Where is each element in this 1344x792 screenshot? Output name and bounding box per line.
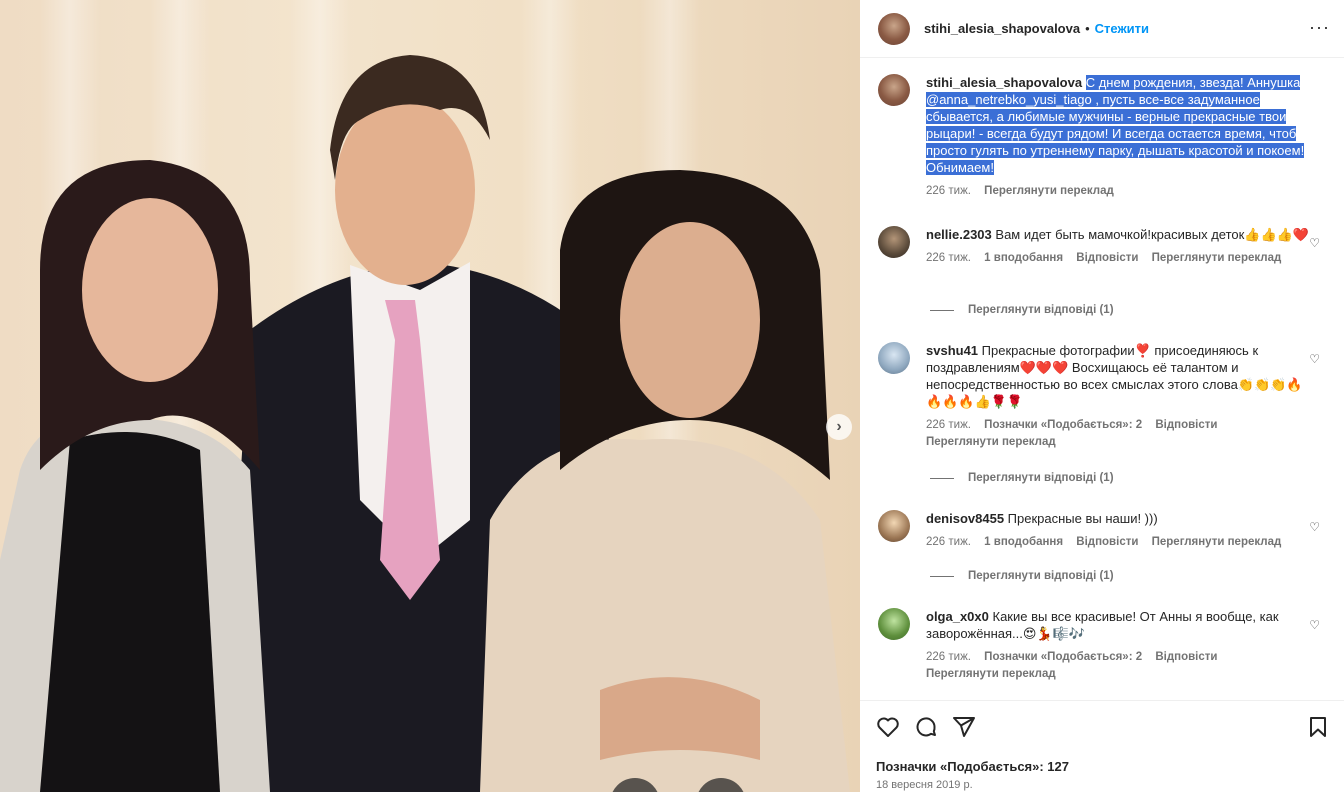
comment-like-heart-icon[interactable]: ♡ [1309,236,1320,250]
translate-link[interactable]: Переглянути переклад [926,668,1056,680]
comment-likes[interactable]: 1 вподобання [984,252,1063,264]
translate-link[interactable]: Переглянути переклад [926,436,1056,448]
post-header: stihi_alesia_shapovalova • Стежити ··· [860,0,1344,58]
comment-body: nellie.2303 Вам идет быть мамочкой!краси… [926,226,1318,267]
author-username[interactable]: stihi_alesia_shapovalova [924,21,1080,36]
comment-text: Прекрасные фотографии❣️ присоединяюсь к … [926,343,1303,409]
reply-link[interactable]: Відповісти [1076,536,1138,548]
view-replies-label: Переглянути відповіді (1) [968,472,1114,484]
post-actions: Позначки «Подобається»: 127 18 вересня 2… [860,700,1344,792]
view-replies-button[interactable]: Переглянути відповіді (1) [930,304,1114,316]
commenter-avatar[interactable] [878,226,910,258]
comment-like-heart-icon[interactable]: ♡ [1309,352,1320,366]
photo-people-illustration [0,55,850,792]
caption-username[interactable]: stihi_alesia_shapovalova [926,75,1082,90]
comment-body: denisov8455 Прекрасные вы наши! ))) 226 … [926,510,1318,551]
replies-divider [930,477,954,479]
view-replies-label: Переглянути відповіді (1) [968,570,1114,582]
comment-meta: 226 тиж. Позначки «Подобається»: 2 Відпо… [926,649,1318,683]
view-replies-label: Переглянути відповіді (1) [968,304,1114,316]
comment-like-heart-icon[interactable]: ♡ [1309,520,1320,534]
post-sidebar: stihi_alesia_shapovalova • Стежити ··· s… [860,0,1344,792]
comment-text: Прекрасные вы наши! ))) [1007,511,1158,526]
translate-link[interactable]: Переглянути переклад [1152,252,1282,264]
comment-likes[interactable]: 1 вподобання [984,536,1063,548]
view-replies-button[interactable]: Переглянути відповіді (1) [930,472,1114,484]
comment-time: 226 тиж. [926,419,971,431]
replies-divider [930,309,954,311]
caption-time: 226 тиж. [926,185,971,197]
author-avatar[interactable] [878,12,910,45]
caption-body: stihi_alesia_shapovalova С днем рождения… [926,74,1318,200]
reply-link[interactable]: Відповісти [1155,419,1217,431]
comment-body: olga_x0x0 Какие вы все красивые! От Анны… [926,608,1318,683]
chevron-right-icon: › [836,418,842,435]
translate-link[interactable]: Переглянути переклад [984,185,1114,197]
comment-username[interactable]: nellie.2303 [926,227,992,242]
comment-likes[interactable]: Позначки «Подобається»: 2 [984,419,1142,431]
more-options-icon[interactable]: ··· [1309,17,1330,38]
commenter-avatar[interactable] [878,342,910,374]
separator-dot: • [1085,21,1090,36]
comment-meta: 226 тиж. 1 вподобання Відповісти Перегля… [926,534,1318,551]
comment-like-heart-icon[interactable]: ♡ [1309,618,1320,632]
replies-divider [930,575,954,577]
comment-time: 226 тиж. [926,252,971,264]
comment-text: Вам идет быть мамочкой!красивых деток👍👍👍… [995,227,1310,242]
commenter-avatar[interactable] [878,510,910,542]
comment-time: 226 тиж. [926,651,971,663]
translate-link[interactable]: Переглянути переклад [1152,536,1282,548]
commenter-avatar[interactable] [878,608,910,640]
comment-meta: 226 тиж. 1 вподобання Відповісти Перегля… [926,250,1318,267]
heart-icon[interactable] [876,715,900,739]
bookmark-icon[interactable] [1306,715,1330,739]
post-date: 18 вересня 2019 р. [876,779,973,791]
comment-body: svshu41 Прекрасные фотографии❣️ присоеди… [926,342,1318,451]
comment-username[interactable]: olga_x0x0 [926,609,989,624]
comment-icon[interactable] [914,715,938,739]
send-icon[interactable] [952,715,976,739]
comment-meta: 226 тиж. Позначки «Подобається»: 2 Відпо… [926,417,1318,451]
comment-username[interactable]: denisov8455 [926,511,1004,526]
next-photo-button[interactable]: › [826,414,852,440]
follow-button[interactable]: Стежити [1095,21,1149,36]
post-photo[interactable]: › [0,0,860,792]
view-replies-button[interactable]: Переглянути відповіді (1) [930,570,1114,582]
comment-time: 226 тиж. [926,536,971,548]
reply-link[interactable]: Відповісти [1155,651,1217,663]
comment-likes[interactable]: Позначки «Подобається»: 2 [984,651,1142,663]
instagram-post-view: › stihi_alesia_shapovalova • Стежити ···… [0,0,1344,792]
reply-link[interactable]: Відповісти [1076,252,1138,264]
likes-count[interactable]: Позначки «Подобається»: 127 [876,759,1069,774]
comments-list[interactable]: stihi_alesia_shapovalova С днем рождения… [860,58,1344,698]
author-avatar[interactable] [878,74,910,106]
comment-username[interactable]: svshu41 [926,343,978,358]
caption-text: С днем рождения, звезда! Аннушка @anna_n… [926,75,1305,175]
caption-meta: 226 тиж. Переглянути переклад [926,183,1318,200]
